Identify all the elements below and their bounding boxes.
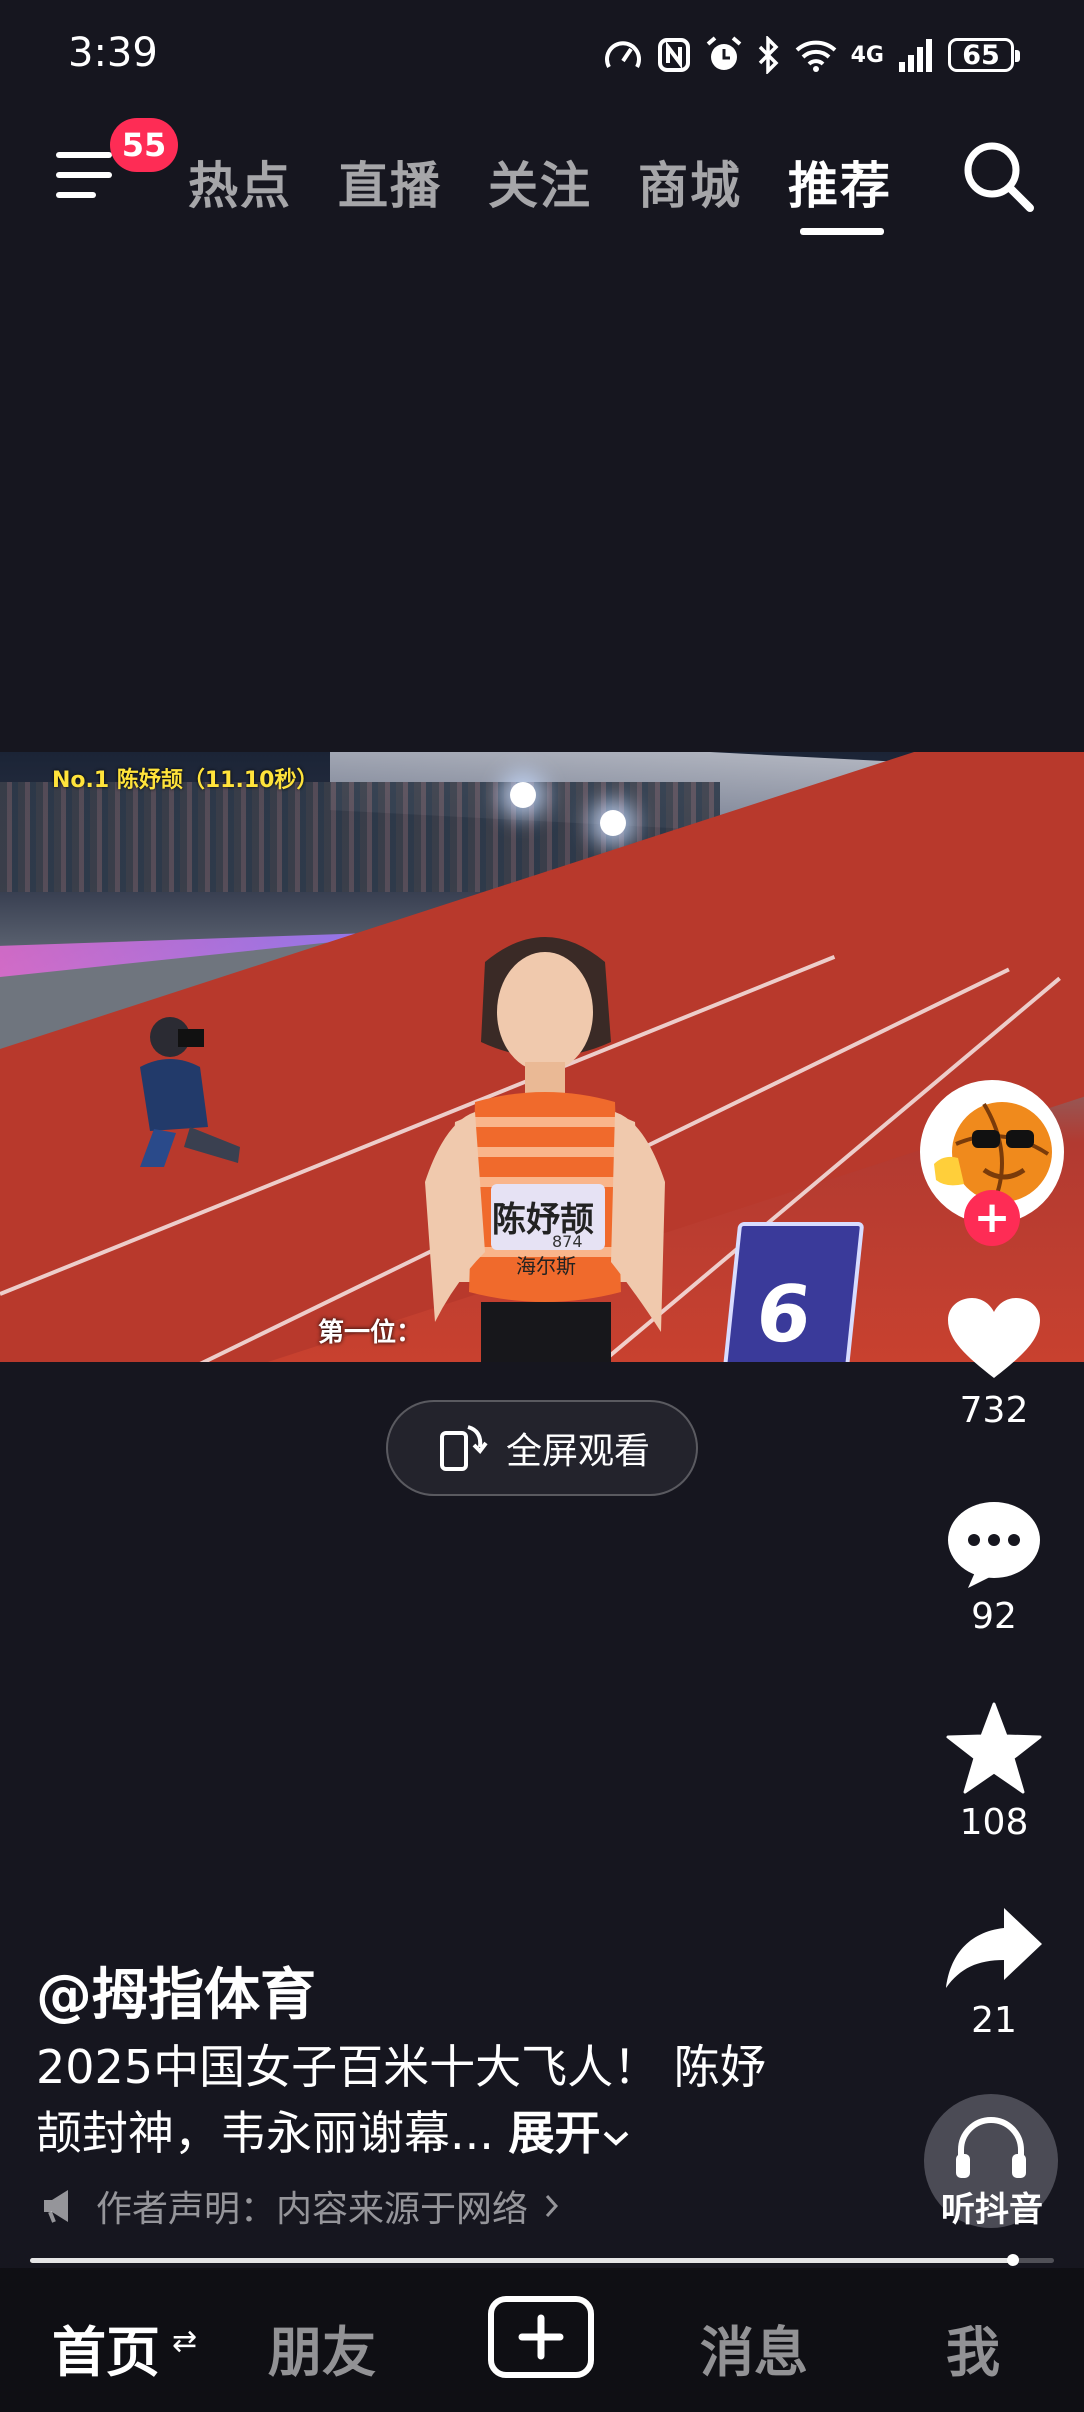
fullscreen-button[interactable]: 全屏观看 <box>386 1400 698 1496</box>
chevron-down-icon <box>603 2131 628 2146</box>
search-button[interactable] <box>958 136 1038 216</box>
headphones-icon <box>956 2117 1026 2178</box>
nav-me[interactable]: 我 <box>946 2308 1000 2387</box>
share-button[interactable]: 21 <box>930 1904 1058 2041</box>
comment-button[interactable]: 92 <box>930 1500 1058 1637</box>
stadium-light <box>510 782 536 808</box>
bluetooth-icon <box>758 36 779 74</box>
comment-icon <box>948 1502 1040 1588</box>
nav-friends[interactable]: 朋友 <box>268 2308 376 2387</box>
comment-count: 92 <box>971 1596 1017 1637</box>
active-tab-indicator <box>800 228 884 235</box>
video-player[interactable]: 陈妤颉 874 海尔斯 6 No.1 陈妤颉（11.10秒） 第一位： <box>0 752 1084 1362</box>
description-text: 2025中国女子百米十大飞人！ 陈妤颉封神，韦永丽谢幕... <box>36 2040 766 2160</box>
nav-messages[interactable]: 消息 <box>700 2308 808 2387</box>
fullscreen-label: 全屏观看 <box>505 1431 650 1472</box>
star-icon <box>946 1702 1042 1794</box>
progress-handle[interactable] <box>1007 2254 1020 2266</box>
bib-sponsor: 海尔斯 <box>516 1254 576 1278</box>
rotate-screen-icon <box>439 1425 488 1471</box>
create-post-button[interactable] <box>488 2296 594 2378</box>
follow-button[interactable]: + <box>964 1190 1020 1246</box>
nfc-icon <box>657 38 690 72</box>
status-icons: 4G 65 <box>603 32 1020 78</box>
megaphone-icon <box>44 2190 68 2223</box>
like-button[interactable]: 732 <box>930 1296 1058 1431</box>
athlete-figure <box>425 937 665 1362</box>
video-subtitle: 第一位： <box>318 1318 423 1348</box>
progress-fill <box>30 2258 1014 2263</box>
alarm-icon <box>706 36 741 70</box>
favorite-button[interactable]: 108 <box>930 1702 1058 1843</box>
chevron-right-icon <box>545 2194 559 2218</box>
signal-icon <box>899 39 932 72</box>
expand-label: 展开 <box>508 2106 601 2160</box>
like-count: 732 <box>959 1390 1029 1431</box>
battery-icon: 65 <box>948 38 1020 72</box>
bib-number: 874 <box>552 1232 583 1251</box>
notification-badge: 55 <box>110 118 178 172</box>
status-time: 3:39 <box>68 30 158 76</box>
heart-icon <box>948 1298 1040 1378</box>
video-overlay-title: No.1 陈妤颉（11.10秒） <box>52 768 319 793</box>
tab-following[interactable]: 关注 <box>488 146 592 218</box>
swap-arrows-icon[interactable]: ⇄ <box>172 2324 197 2359</box>
tab-mall[interactable]: 商城 <box>638 146 742 218</box>
lane-marker: 6 <box>721 1222 865 1362</box>
network-type: 4G <box>850 42 884 68</box>
author-name[interactable]: @拇指体育 <box>36 1950 316 2031</box>
share-arrow-icon <box>946 1908 1042 1988</box>
tab-live[interactable]: 直播 <box>338 146 442 218</box>
nav-home[interactable]: 首页 <box>52 2308 160 2387</box>
author-disclaimer[interactable]: 作者声明：内容来源于网络 <box>40 2180 560 2232</box>
video-description: 2025中国女子百米十大飞人！ 陈妤颉封神，韦永丽谢幕... 展开 <box>36 2034 796 2166</box>
battery-level: 65 <box>962 39 1000 71</box>
plus-icon <box>518 2314 564 2360</box>
share-count: 21 <box>971 2000 1017 2041</box>
menu-icon-bar <box>56 192 96 198</box>
search-icon <box>964 142 1034 212</box>
expand-button[interactable]: 展开 <box>509 2106 631 2160</box>
stadium-light <box>600 810 626 836</box>
photographer-figure <box>140 1017 240 1167</box>
tab-hot[interactable]: 热点 <box>188 146 292 218</box>
favorite-count: 108 <box>959 1802 1029 1843</box>
menu-icon <box>56 152 112 158</box>
lane-number: 6 <box>751 1270 816 1360</box>
menu-icon-bar <box>56 172 112 178</box>
disclaimer-text: 作者声明：内容来源于网络 <box>96 2189 529 2230</box>
tab-recommend[interactable]: 推荐 <box>788 146 892 218</box>
listen-douyin-label[interactable]: 听抖音 <box>930 2182 1054 2231</box>
wifi-icon <box>795 40 836 72</box>
speed-icon <box>604 41 641 68</box>
